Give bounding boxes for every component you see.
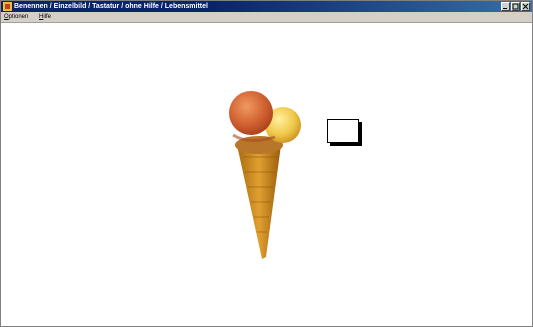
menu-optionen-label: ptionen (8, 14, 29, 20)
app-icon (3, 2, 12, 11)
menu-hilfe[interactable]: Hilfe (39, 12, 51, 22)
maximize-icon (512, 3, 519, 10)
menu-bar: Optionen Hilfe (1, 12, 532, 23)
answer-input[interactable] (327, 119, 359, 143)
close-button[interactable] (521, 2, 530, 11)
title-bar[interactable]: Benennen / Einzelbild / Tastatur / ohne … (1, 1, 532, 12)
maximize-button[interactable] (511, 2, 520, 11)
app-window: Benennen / Einzelbild / Tastatur / ohne … (0, 0, 533, 327)
minimize-button[interactable] (501, 2, 510, 11)
close-icon (522, 3, 529, 10)
minimize-icon (503, 8, 507, 9)
menu-hilfe-label: ilfe (43, 14, 52, 20)
ice-cream-cone-icon (229, 91, 301, 259)
window-controls (501, 2, 530, 11)
menu-optionen[interactable]: Optionen (4, 12, 28, 22)
window-title: Benennen / Einzelbild / Tastatur / ohne … (14, 3, 208, 10)
